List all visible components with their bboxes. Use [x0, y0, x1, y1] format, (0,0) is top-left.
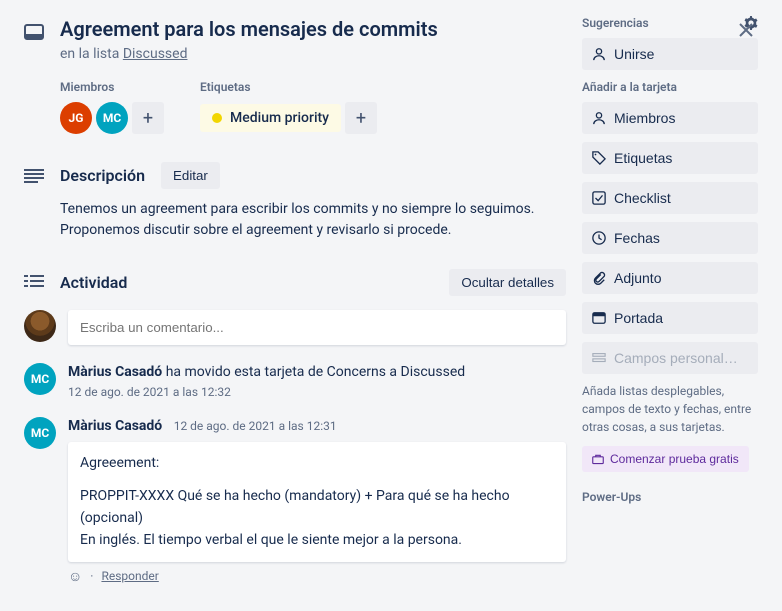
- member-avatar-mc[interactable]: MC: [96, 102, 128, 134]
- current-user-avatar[interactable]: [24, 310, 56, 342]
- activity-time[interactable]: 12 de ago. de 2021 a las 12:32: [68, 385, 566, 399]
- tag-dot-icon: [212, 113, 222, 123]
- comment-input[interactable]: [68, 310, 566, 345]
- reply-link[interactable]: Responder: [101, 569, 158, 583]
- checklist-button[interactable]: Checklist: [582, 182, 758, 214]
- react-button[interactable]: ☺︎: [68, 568, 82, 585]
- member-avatar-jg[interactable]: JG: [60, 102, 92, 134]
- label-tag[interactable]: Medium priority: [200, 104, 341, 132]
- description-icon: [24, 169, 44, 183]
- clock-icon: [592, 231, 606, 245]
- user-icon: [592, 111, 606, 125]
- close-icon: [738, 22, 754, 38]
- close-button[interactable]: [730, 14, 762, 46]
- members-label: Miembros: [60, 80, 164, 94]
- add-member-button[interactable]: +: [132, 102, 164, 134]
- add-to-card-title: Añadir a la tarjeta: [582, 80, 758, 94]
- custom-fields-button: Campos personal…: [582, 342, 758, 374]
- activity-avatar[interactable]: MC: [24, 363, 56, 395]
- list-location: en la lista Discussed: [60, 46, 566, 62]
- members-button[interactable]: Miembros: [582, 102, 758, 134]
- paperclip-icon: [592, 271, 606, 285]
- start-trial-button[interactable]: Comenzar prueba gratis: [582, 446, 749, 472]
- cover-button[interactable]: Portada: [582, 302, 758, 334]
- comment-body[interactable]: Agreeement: PROPPIT-XXXX Qué se ha hecho…: [68, 442, 566, 562]
- fields-icon: [592, 351, 606, 365]
- dates-button[interactable]: Fechas: [582, 222, 758, 254]
- checklist-icon: [592, 191, 606, 205]
- activity-avatar[interactable]: MC: [24, 417, 56, 449]
- attachment-button[interactable]: Adjunto: [582, 262, 758, 294]
- hide-details-button[interactable]: Ocultar detalles: [449, 269, 566, 296]
- cover-icon: [592, 311, 606, 325]
- card-title[interactable]: Agreement para los mensajes de commits: [60, 16, 566, 42]
- tag-icon: [592, 151, 606, 165]
- card-icon: [24, 16, 44, 40]
- activity-time[interactable]: 12 de ago. de 2021 a las 12:31: [174, 419, 337, 433]
- edit-description-button[interactable]: Editar: [161, 162, 220, 189]
- activity-text: Màrius Casadó ha movido esta tarjeta de …: [68, 363, 566, 383]
- user-icon: [592, 47, 606, 61]
- list-link[interactable]: Discussed: [123, 46, 188, 62]
- briefcase-icon: [592, 453, 604, 465]
- description-title: Descripción: [60, 166, 145, 185]
- suggestions-title: Sugerencias: [582, 16, 649, 30]
- activity-author: Màrius Casadó 12 de ago. de 2021 a las 1…: [68, 417, 566, 437]
- labels-button[interactable]: Etiquetas: [582, 142, 758, 174]
- activity-icon: [24, 275, 44, 291]
- powerups-title: Power-Ups: [582, 490, 758, 504]
- activity-title: Actividad: [60, 273, 127, 292]
- add-label-button[interactable]: +: [345, 102, 377, 134]
- description-body[interactable]: Tenemos un agreement para escribir los c…: [60, 199, 566, 241]
- labels-label: Etiquetas: [200, 80, 377, 94]
- custom-fields-note: Añada listas desplegables, campos de tex…: [582, 382, 758, 436]
